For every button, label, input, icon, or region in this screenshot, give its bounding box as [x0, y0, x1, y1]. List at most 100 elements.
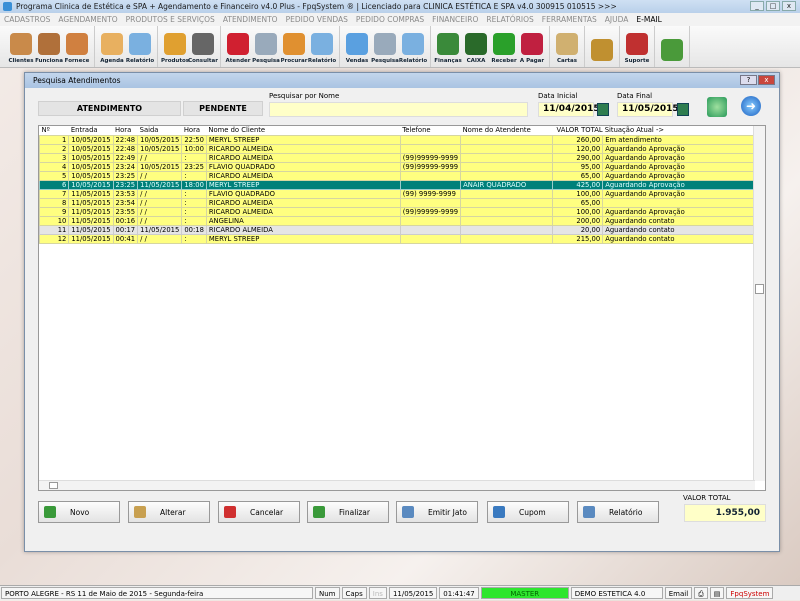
column-header[interactable]: VALOR TOTAL	[552, 126, 603, 136]
column-header[interactable]: Hora	[113, 126, 138, 136]
relat-rio-button[interactable]: Relatório	[577, 501, 659, 523]
toolbar-button-vendas[interactable]: Vendas	[343, 26, 371, 66]
status-email[interactable]: Email	[664, 587, 693, 599]
toolbar-button-apagar[interactable]: A Pagar	[518, 26, 546, 66]
cell-hora-entrada: 23:25	[112, 180, 139, 190]
toolbar-button-icon[interactable]	[588, 26, 616, 66]
cupom-button[interactable]: Cupom	[487, 501, 569, 523]
scroll-thumb[interactable]	[49, 482, 58, 489]
table-row[interactable]: 9 11/05/2015 23:55 / /: RICARDO ALMEIDA (99)…	[39, 207, 765, 217]
column-header[interactable]: Nº	[39, 126, 69, 136]
column-header[interactable]: Nome do Cliente	[206, 126, 401, 136]
search-input[interactable]	[269, 102, 528, 117]
column-header[interactable]: Saida	[137, 126, 182, 136]
menu-pedido-compras[interactable]: PEDIDO COMPRAS	[356, 13, 424, 26]
menu-relat-rios[interactable]: RELATÓRIOS	[486, 13, 533, 26]
calendar-icon[interactable]	[677, 103, 689, 116]
menu-cadastros[interactable]: CADASTROS	[4, 13, 50, 26]
tab-pendente[interactable]: PENDENTE	[183, 101, 263, 116]
toolbar-button-consultar[interactable]: Consultar	[188, 26, 218, 66]
dialog-close-button[interactable]: x	[758, 75, 775, 85]
toolbar-button-icon[interactable]	[658, 26, 686, 66]
horizontal-scrollbar[interactable]	[39, 480, 755, 490]
table-row[interactable]: 8 11/05/2015 23:54 / /: RICARDO ALMEIDA 65,0…	[39, 198, 765, 208]
table-row[interactable]: 1 10/05/2015 22:48 10/05/2015 22:50 MERYL STR…	[39, 135, 765, 145]
network-icon[interactable]: ▤	[709, 587, 725, 599]
toolbar-button-produtos[interactable]: Produtos	[161, 26, 189, 66]
cell-entrada: 10/05/2015	[68, 135, 114, 145]
column-header[interactable]: Nome do Atendente	[460, 126, 553, 136]
cell-hora-saida: :	[181, 207, 207, 217]
toolbar-button-agenda[interactable]: Agenda	[98, 26, 126, 66]
toolbar-button-receber[interactable]: Receber	[490, 26, 518, 66]
column-header[interactable]: Hora	[181, 126, 207, 136]
toolbar-button-suporte[interactable]: Suporte	[623, 26, 651, 66]
menu-produtos-e-servi-os[interactable]: PRODUTOS E SERVIÇOS	[126, 13, 215, 26]
toolbar-button-funciona[interactable]: Funciona	[35, 26, 63, 66]
table-row[interactable]: 6 10/05/2015 23:25 11/05/2015 18:00 MERYL STR…	[39, 180, 765, 190]
table-row[interactable]: 3 10/05/2015 22:49 / /: RICARDO ALMEIDA (99)…	[39, 153, 765, 163]
tab-atendimento[interactable]: ATENDIMENTO	[38, 101, 181, 116]
close-button[interactable]: x	[782, 1, 796, 11]
vertical-scrollbar[interactable]	[753, 126, 765, 481]
menu-pedido-vendas[interactable]: PEDIDO VENDAS	[286, 13, 348, 26]
toolbar-button-finanas[interactable]: Finanças	[434, 26, 462, 66]
button-icon	[493, 506, 505, 518]
toolbar-button-relatrio[interactable]: Relatório	[126, 26, 154, 66]
toolbar-button-caixa[interactable]: CAIXA	[462, 26, 490, 66]
minimize-button[interactable]: _	[750, 1, 764, 11]
atendimentos-grid[interactable]: Nº Entrada Hora Saida Hora Nome do Cliente Tel…	[38, 125, 766, 491]
column-header[interactable]: Situação Atual ->	[602, 126, 765, 136]
table-row[interactable]: 7 11/05/2015 23:53 / /: FLÁVIO QUADRADO (99)…	[39, 189, 765, 199]
column-header[interactable]: Entrada	[68, 126, 114, 136]
finalizar-button[interactable]: Finalizar	[307, 501, 389, 523]
menu-e-mail[interactable]: E-MAIL	[636, 13, 661, 26]
emitir-jato-button[interactable]: Emitir Jato	[396, 501, 478, 523]
toolbar-button-relatrio[interactable]: Relatório	[308, 26, 336, 66]
data-final-label: Data Final	[617, 92, 653, 100]
cell-hora-saida: :	[181, 153, 207, 163]
table-row[interactable]: 2 10/05/2015 22:48 10/05/2015 10:00 RICARDO A…	[39, 144, 765, 154]
alterar-button[interactable]: Alterar	[128, 501, 210, 523]
menu-financeiro[interactable]: FINANCEIRO	[432, 13, 478, 26]
toolbar-icon	[38, 33, 60, 55]
menu-ferramentas[interactable]: FERRAMENTAS	[542, 13, 597, 26]
toolbar-button-clientes[interactable]: Clientes	[7, 26, 35, 66]
menu-ajuda[interactable]: AJUDA	[605, 13, 629, 26]
calendar-icon[interactable]	[597, 103, 609, 116]
toolbar-label: Funciona	[35, 58, 63, 64]
toolbar-button-atender[interactable]: Atender	[224, 26, 252, 66]
toolbar-button-relatrio[interactable]: Relatório	[399, 26, 427, 66]
app-title: Programa Clinica de Estética e SPA + Age…	[16, 2, 617, 11]
scroll-thumb[interactable]	[755, 284, 764, 294]
menu-atendimento[interactable]: ATENDIMENTO	[223, 13, 278, 26]
table-row[interactable]: 12 11/05/2015 00:41 / /: MERYL STREEP 215,00…	[39, 234, 765, 244]
table-row[interactable]: 4 10/05/2015 23:24 10/05/2015 23:25 FLÁVIO QU…	[39, 162, 765, 172]
maximize-button[interactable]: □	[766, 1, 780, 11]
table-row[interactable]: 5 10/05/2015 23:25 / /: RICARDO ALMEIDA 65,0…	[39, 171, 765, 181]
cancelar-button[interactable]: Cancelar	[218, 501, 300, 523]
column-header[interactable]: Telefone	[400, 126, 461, 136]
toolbar-button-fornece[interactable]: Fornece	[63, 26, 91, 66]
cell-hora-entrada: 23:54	[112, 198, 139, 208]
search-label: Pesquisar por Nome	[269, 92, 340, 100]
toolbar-button-procurar[interactable]: Procurar	[280, 26, 308, 66]
cell-hora-saida: 22:50	[181, 135, 207, 145]
arrow-right-icon[interactable]: ➜	[741, 96, 761, 116]
menu-agendamento[interactable]: AGENDAMENTO	[58, 13, 117, 26]
refresh-icon[interactable]	[707, 97, 727, 117]
cell-telefone	[399, 180, 462, 190]
table-row[interactable]: 11 11/05/2015 00:17 11/05/2015 00:18 RICARDO …	[39, 225, 765, 235]
cell-situacao: Aguardando contato	[602, 234, 765, 244]
table-row[interactable]: 10 11/05/2015 00:16 / /: ANGELINA 200,00 Agua…	[39, 216, 765, 226]
toolbar-button-pesquisa[interactable]: Pesquisa	[371, 26, 399, 66]
data-final-input[interactable]: 11/05/2015	[617, 102, 679, 117]
printer-icon[interactable]: ⎙	[694, 587, 708, 599]
novo-button[interactable]: Novo	[38, 501, 120, 523]
cell-atendente	[460, 171, 554, 181]
help-button[interactable]: ?	[740, 75, 757, 85]
cell-valor: 260,00	[552, 135, 604, 145]
toolbar-button-cartas[interactable]: Cartas	[553, 26, 581, 66]
data-inicial-input[interactable]: 11/04/2015	[538, 102, 600, 117]
toolbar-button-pesquisa[interactable]: Pesquisa	[252, 26, 280, 66]
